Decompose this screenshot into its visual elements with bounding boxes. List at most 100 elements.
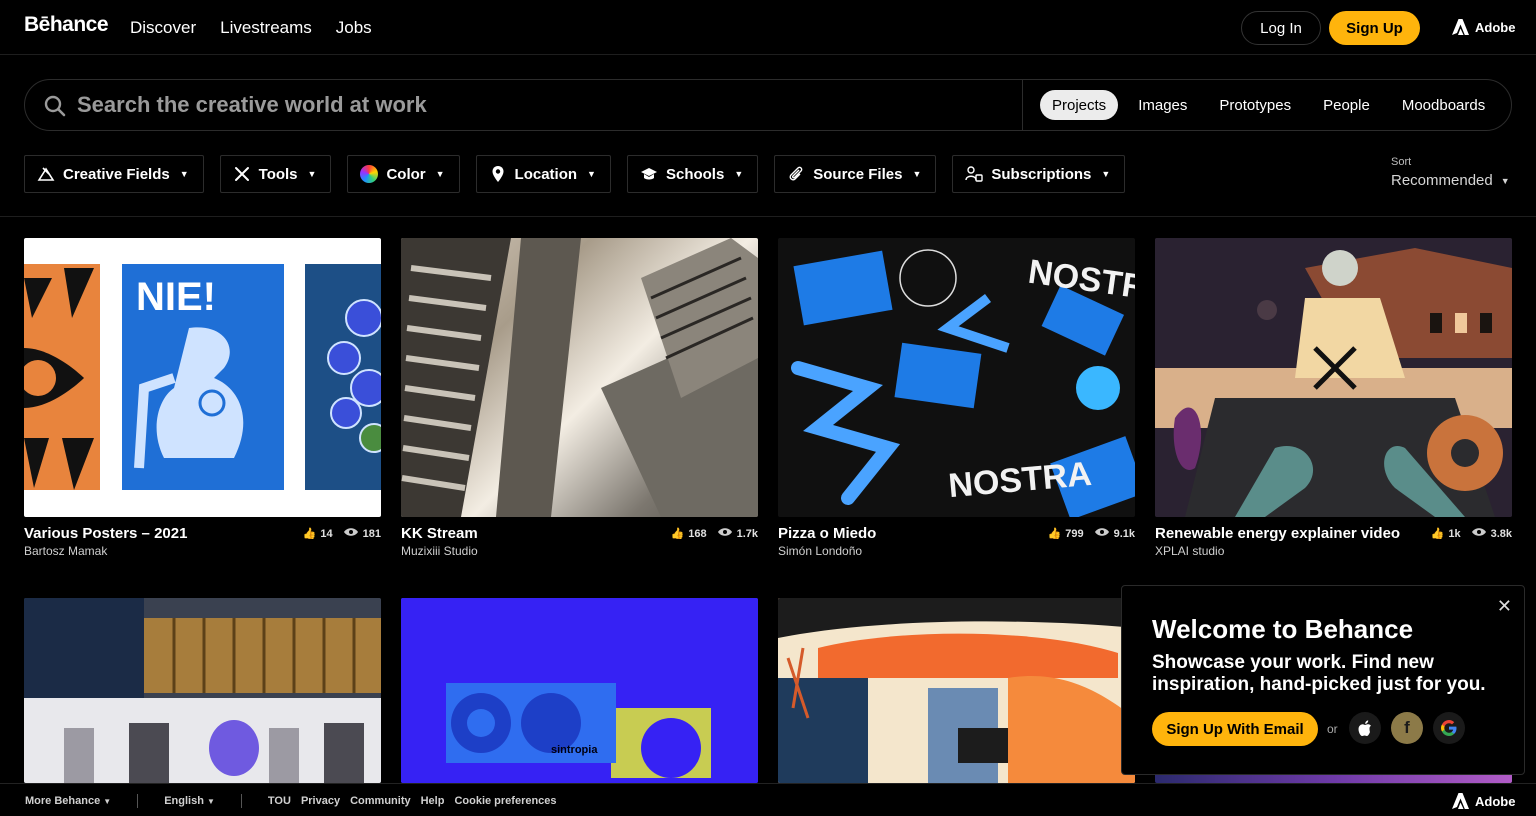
project-card[interactable]: NOSTRA NOSTRA Pizza o Miedo Simón Londoñ… — [778, 238, 1135, 565]
tab-projects[interactable]: Projects — [1040, 90, 1119, 120]
filter-label: Creative Fields — [63, 165, 170, 183]
filter-schools[interactable]: Schools ▼ — [626, 155, 759, 193]
project-thumbnail[interactable]: NIE! — [24, 238, 381, 517]
color-wheel-icon — [360, 165, 379, 183]
poster-text-nie: NIE! — [136, 275, 216, 319]
project-thumbnail[interactable] — [24, 598, 381, 783]
filter-source-files[interactable]: Source Files ▼ — [774, 155, 937, 193]
various-posters-artwork: NIE! — [24, 264, 381, 490]
welcome-text: Showcase your work. Find new inspiration… — [1152, 652, 1486, 695]
search-input[interactable] — [77, 90, 1017, 120]
project-card[interactable]: KK Stream Muzixiii Studio 👍 168 1.7k — [401, 238, 758, 565]
signup-button[interactable]: Sign Up — [1329, 11, 1420, 45]
project-title[interactable]: Various Posters – 2021 — [24, 525, 274, 543]
likes-count: 168 — [688, 527, 707, 540]
close-icon[interactable]: ✕ — [1497, 596, 1512, 617]
eye-icon — [1471, 527, 1487, 540]
architecture-artwork — [24, 598, 381, 783]
tab-images[interactable]: Images — [1126, 90, 1199, 120]
adobe-link[interactable]: Adobe — [1452, 19, 1515, 35]
chevron-down-icon: ▼ — [179, 169, 189, 179]
search-icon — [44, 95, 66, 117]
sort-dropdown[interactable]: Sort Recommended ▼ — [1391, 156, 1510, 189]
filter-tools[interactable]: Tools ▼ — [219, 155, 332, 193]
views-count: 9.1k — [1113, 527, 1135, 540]
filter-creative-fields[interactable]: Creative Fields ▼ — [24, 155, 204, 193]
filter-color[interactable]: Color ▼ — [347, 155, 460, 193]
paperclip-icon — [787, 165, 805, 183]
likes-stat: 👍 14 — [303, 527, 333, 541]
project-stats: 👍 799 9.1k — [1048, 527, 1135, 541]
or-separator: or — [1327, 722, 1338, 736]
footer-link-tou[interactable]: TOU — [268, 795, 291, 807]
project-title[interactable]: Renewable energy explainer video — [1155, 525, 1405, 543]
filter-label: Tools — [258, 165, 298, 183]
project-title[interactable]: Pizza o Miedo — [778, 525, 1028, 543]
language-label: English — [164, 795, 204, 807]
chevron-down-icon: ▼ — [435, 169, 445, 179]
footer: More Behance ▼ English ▼ TOU Privacy Com… — [0, 783, 1536, 816]
signup-email-button[interactable]: Sign Up With Email — [1152, 712, 1318, 746]
chevron-down-icon: ▼ — [307, 169, 317, 179]
views-stat: 1.7k — [717, 527, 758, 540]
welcome-title: Welcome to Behance — [1152, 614, 1414, 644]
creative-fields-icon — [37, 165, 55, 183]
more-behance-dropdown[interactable]: More Behance ▼ — [25, 795, 111, 807]
project-meta: Various Posters – 2021 Bartosz Mamak 👍 14… — [24, 525, 381, 565]
project-thumbnail[interactable] — [401, 238, 758, 517]
nav-discover[interactable]: Discover — [130, 18, 196, 38]
likes-count: 1k — [1448, 527, 1461, 540]
top-navigation: Bēhance Discover Livestreams Jobs Log In… — [0, 0, 1536, 55]
login-button[interactable]: Log In — [1241, 11, 1321, 45]
views-count: 1.7k — [736, 527, 758, 540]
behance-logo[interactable]: Bēhance — [24, 13, 109, 37]
tab-prototypes[interactable]: Prototypes — [1207, 90, 1303, 120]
project-owner[interactable]: Muzixiii Studio — [401, 544, 758, 558]
project-title[interactable]: KK Stream — [401, 525, 651, 543]
tab-people[interactable]: People — [1311, 90, 1382, 120]
project-stats: 👍 1k 3.8k — [1431, 527, 1512, 541]
google-signin-button[interactable] — [1433, 712, 1465, 744]
chevron-down-icon: ▼ — [1101, 169, 1111, 179]
footer-left: More Behance ▼ English ▼ TOU Privacy Com… — [25, 794, 557, 808]
project-card[interactable]: NIE! Various Posters – 2021 Bartosz Mama… — [24, 238, 381, 565]
footer-link-cookie-preferences[interactable]: Cookie preferences — [454, 795, 556, 807]
language-dropdown[interactable]: English ▼ — [164, 795, 215, 807]
project-card[interactable] — [24, 598, 381, 783]
project-thumbnail[interactable] — [1155, 238, 1512, 517]
pizza-o-miedo-artwork: NOSTRA NOSTRA — [791, 249, 1135, 517]
project-meta: Pizza o Miedo Simón Londoño 👍 799 9.1k — [778, 525, 1135, 565]
footer-link-help[interactable]: Help — [421, 795, 445, 807]
likes-stat: 👍 168 — [671, 527, 707, 541]
filter-location[interactable]: Location ▼ — [475, 155, 611, 193]
apple-signin-button[interactable] — [1349, 712, 1381, 744]
facebook-signin-button[interactable]: f — [1391, 712, 1423, 744]
likes-stat: 👍 1k — [1431, 527, 1461, 541]
project-card[interactable]: Renewable energy explainer video XPLAI s… — [1155, 238, 1512, 565]
project-card[interactable] — [778, 598, 1135, 783]
project-owner[interactable]: Simón Londoño — [778, 544, 1135, 558]
search-divider — [1022, 80, 1023, 130]
chevron-down-icon: ▼ — [103, 797, 112, 806]
filter-label: Subscriptions — [991, 165, 1092, 183]
nav-livestreams[interactable]: Livestreams — [220, 18, 312, 38]
project-card[interactable]: sintropia — [401, 598, 758, 783]
location-pin-icon — [489, 165, 507, 183]
views-count: 181 — [362, 527, 381, 540]
footer-link-community[interactable]: Community — [350, 795, 411, 807]
tab-moodboards[interactable]: Moodboards — [1390, 90, 1497, 120]
project-owner[interactable]: Bartosz Mamak — [24, 544, 381, 558]
filter-subscriptions[interactable]: Subscriptions ▼ — [952, 155, 1126, 193]
project-thumbnail[interactable]: sintropia — [401, 598, 758, 783]
likes-count: 799 — [1065, 527, 1084, 540]
project-thumbnail[interactable]: NOSTRA NOSTRA — [778, 238, 1135, 517]
views-stat: 9.1k — [1094, 527, 1135, 540]
nav-jobs[interactable]: Jobs — [336, 18, 372, 38]
footer-link-privacy[interactable]: Privacy — [301, 795, 340, 807]
chevron-down-icon: ▼ — [1500, 175, 1510, 186]
adobe-footer-link[interactable]: Adobe — [1452, 793, 1515, 809]
sort-value: Recommended ▼ — [1391, 172, 1510, 189]
project-thumbnail[interactable] — [778, 598, 1135, 783]
project-owner[interactable]: XPLAI studio — [1155, 544, 1512, 558]
views-stat: 3.8k — [1471, 527, 1512, 540]
